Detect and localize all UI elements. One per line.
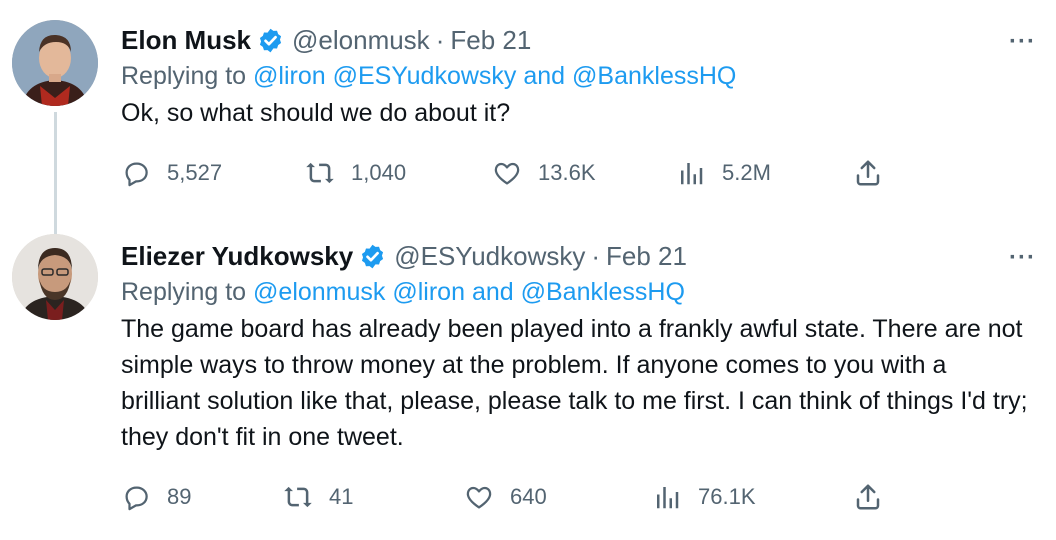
tweet-date[interactable]: Feb 21: [450, 25, 531, 56]
views-count: 76.1K: [698, 484, 756, 509]
tweet-header: Elon Musk @elonmusk · Feb 21: [121, 22, 1032, 58]
reply-count: 89: [167, 484, 192, 509]
like-button[interactable]: 640: [464, 482, 547, 512]
retweet-icon: [284, 486, 312, 508]
views-icon: [657, 487, 679, 509]
like-icon: [494, 162, 520, 185]
share-icon: [856, 484, 880, 510]
author-name[interactable]: Elon Musk: [121, 25, 251, 56]
more-options-icon[interactable]: ···: [1009, 28, 1036, 56]
views-button[interactable]: 76.1K: [652, 482, 756, 512]
reply-icon: [125, 486, 148, 511]
reply-icon: [125, 162, 148, 187]
views-count: 5.2M: [722, 160, 771, 185]
replying-prefix: Replying to: [121, 278, 247, 306]
reply-count: 5,527: [167, 160, 223, 185]
share-button[interactable]: [853, 158, 883, 188]
like-count: 13.6K: [538, 160, 596, 185]
share-icon: [856, 160, 880, 186]
tweet-text: The game board has already been played i…: [121, 315, 1028, 451]
separator-dot: ·: [435, 24, 445, 55]
tweet-header: Eliezer Yudkowsky @ESYudkowsky · Feb 21: [121, 238, 1032, 274]
avatar-image-icon: [12, 20, 98, 106]
more-options-icon[interactable]: ···: [1009, 244, 1036, 272]
retweet-button[interactable]: 1,040: [305, 158, 406, 188]
retweet-button[interactable]: 41: [283, 482, 353, 512]
views-button[interactable]: 5.2M: [676, 158, 771, 188]
reply-button[interactable]: 5,527: [121, 158, 222, 188]
mention-link[interactable]: @BanklessHQ: [521, 278, 685, 306]
avatar-image-icon: [12, 234, 98, 320]
thread-connector-line: [54, 112, 57, 236]
retweet-count: 1,040: [351, 160, 407, 185]
tweet-actions: 89 41 640 76.1K: [121, 482, 901, 518]
mention-link[interactable]: @liron: [253, 62, 326, 90]
views-icon: [681, 163, 703, 185]
retweet-icon: [306, 162, 334, 184]
tweet-actions: 5,527 1,040 13.6K 5.2M: [121, 158, 901, 194]
replying-to: Replying to @elonmusk @liron and @Bankle…: [121, 278, 1032, 307]
author-handle[interactable]: @elonmusk: [292, 25, 430, 56]
like-count: 640: [510, 484, 547, 509]
author-handle[interactable]: @ESYudkowsky: [394, 241, 585, 272]
avatar[interactable]: [12, 20, 98, 106]
avatar[interactable]: [12, 234, 98, 320]
mention-link[interactable]: @ESYudkowsky: [333, 62, 517, 90]
mention-conjunction: and: [523, 62, 566, 90]
replying-to: Replying to @liron @ESYudkowsky and @Ban…: [121, 62, 1032, 91]
mention-link[interactable]: @BanklessHQ: [572, 62, 736, 90]
retweet-count: 41: [329, 484, 354, 509]
verified-badge-icon: [362, 244, 384, 268]
share-button[interactable]: [853, 482, 883, 512]
reply-button[interactable]: 89: [121, 482, 191, 512]
mention-conjunction: and: [471, 278, 514, 306]
like-button[interactable]: 13.6K: [492, 158, 596, 188]
mention-link[interactable]: @elonmusk: [253, 278, 385, 306]
verified-badge-icon: [259, 28, 282, 52]
mention-link[interactable]: @liron: [392, 278, 465, 306]
separator-dot: ·: [591, 240, 601, 271]
like-icon: [466, 486, 492, 509]
tweet-date[interactable]: Feb 21: [606, 241, 687, 272]
replying-prefix: Replying to: [121, 62, 247, 90]
tweet-text: Ok, so what should we do about it?: [121, 99, 511, 127]
author-name[interactable]: Eliezer Yudkowsky: [121, 241, 353, 272]
